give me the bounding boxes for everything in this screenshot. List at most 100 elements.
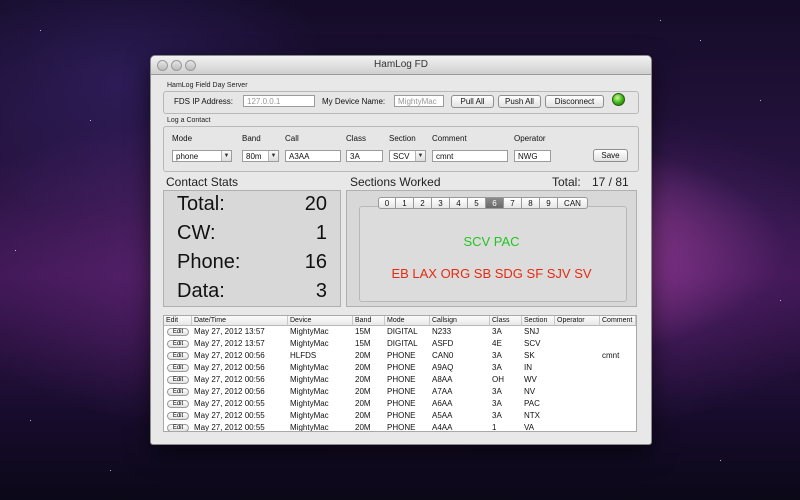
tab-3[interactable]: 3 (432, 197, 450, 209)
table-cell: PHONE (387, 387, 416, 396)
edit-button[interactable]: Edit (167, 400, 189, 408)
pull-all-button[interactable]: Pull All (451, 95, 494, 108)
column-header-edit[interactable]: Edit (164, 316, 192, 326)
server-group-label: HamLog Field Day Server (167, 82, 248, 89)
band-select[interactable]: 80m ▼ (242, 150, 279, 162)
tab-4[interactable]: 4 (450, 197, 468, 209)
table-row[interactable]: Edit May 27, 2012 00:55 MightyMac 20M PHONE A… (164, 410, 636, 422)
tab-8[interactable]: 8 (522, 197, 540, 209)
table-cell: 3A (492, 399, 502, 408)
table-cell: MightyMac (290, 411, 329, 420)
fds-ip-input[interactable]: 127.0.0.1 (243, 95, 315, 107)
tab-9[interactable]: 9 (540, 197, 558, 209)
edit-button[interactable]: Edit (167, 328, 189, 336)
table-cell: 15M (355, 327, 371, 336)
comment-input[interactable]: cmnt (432, 150, 508, 162)
stat-phone-label: Phone: (177, 251, 241, 273)
table-cell (600, 326, 636, 338)
column-header-device[interactable]: Device (288, 316, 353, 326)
call-label: Call (285, 134, 299, 143)
table-row[interactable]: Edit May 27, 2012 00:56 MightyMac 20M PHONE A… (164, 362, 636, 374)
mode-label: Mode (172, 134, 193, 143)
table-cell (555, 374, 600, 386)
edit-button[interactable]: Edit (167, 388, 189, 396)
column-header-comment[interactable]: Comment (600, 316, 636, 326)
table-cell: ASFD (432, 339, 454, 348)
table-cell: A5AA (432, 411, 453, 420)
contact-stats-panel: Total: 20 CW: 1 Phone: 16 Data: 3 (163, 190, 341, 307)
tab-2[interactable]: 2 (414, 197, 432, 209)
zoom-window-icon[interactable] (185, 60, 196, 71)
table-cell: May 27, 2012 00:55 (194, 399, 265, 408)
table-row[interactable]: Edit May 27, 2012 00:56 MightyMac 20M PHONE A… (164, 386, 636, 398)
section-label: Section (389, 134, 416, 143)
table-row[interactable]: Edit May 27, 2012 00:56 HLFDS 20M PHONE CAN0 3… (164, 350, 636, 362)
table-cell (600, 398, 636, 410)
close-window-icon[interactable] (157, 60, 168, 71)
table-cell: 3A (492, 387, 502, 396)
table-cell (600, 338, 636, 350)
tab-5[interactable]: 5 (468, 197, 486, 209)
tab-0[interactable]: 0 (378, 197, 396, 209)
push-all-button[interactable]: Push All (498, 95, 541, 108)
column-header-date-time[interactable]: Date/Time (192, 316, 288, 326)
tab-7[interactable]: 7 (504, 197, 522, 209)
tab-can[interactable]: CAN (558, 197, 588, 209)
minimize-window-icon[interactable] (171, 60, 182, 71)
edit-button[interactable]: Edit (167, 340, 189, 348)
disconnect-button[interactable]: Disconnect (545, 95, 604, 108)
table-cell: NV (524, 387, 536, 396)
table-cell: HLFDS (290, 351, 317, 360)
table-cell: OH (492, 375, 504, 384)
stat-total-value: 20 (304, 193, 327, 215)
stat-total-label: Total: (177, 193, 225, 215)
section-select[interactable]: SCV ▼ (389, 150, 426, 162)
table-cell (555, 422, 600, 431)
table-row[interactable]: Edit May 27, 2012 13:57 MightyMac 15M DIGITA… (164, 338, 636, 350)
operator-input[interactable]: NWG (514, 150, 551, 162)
edit-button[interactable]: Edit (167, 412, 189, 420)
table-cell (555, 362, 600, 374)
table-cell: May 27, 2012 13:57 (194, 327, 265, 336)
table-row[interactable]: Edit May 27, 2012 13:57 MightyMac 15M DIGITA… (164, 326, 636, 338)
device-name-input[interactable]: MightyMac (394, 95, 444, 107)
table-row[interactable]: Edit May 27, 2012 00:55 MightyMac 20M PHONE A… (164, 422, 636, 432)
table-cell: cmnt (602, 351, 620, 360)
table-cell: DIGITAL (387, 339, 418, 348)
table-cell: MightyMac (290, 327, 329, 336)
column-header-section[interactable]: Section (522, 316, 555, 326)
edit-button[interactable]: Edit (167, 352, 189, 360)
log-contact-group (163, 126, 639, 172)
table-cell: PHONE (387, 399, 416, 408)
sections-total-value: 17 / 81 (592, 175, 629, 189)
table-cell: 20M (355, 387, 371, 396)
table-cell (555, 326, 600, 338)
column-header-mode[interactable]: Mode (385, 316, 430, 326)
table-row[interactable]: Edit May 27, 2012 00:55 MightyMac 20M PHONE A… (164, 398, 636, 410)
comment-label: Comment (432, 134, 467, 143)
table-cell: 20M (355, 351, 371, 360)
edit-button[interactable]: Edit (167, 376, 189, 384)
edit-button[interactable]: Edit (167, 424, 189, 431)
tab-6[interactable]: 6 (486, 197, 504, 209)
tab-1[interactable]: 1 (396, 197, 414, 209)
worked-sections-text: SCV PAC (463, 234, 520, 249)
contacts-table[interactable]: Edit Date/Time Device Band Mode Callsign Class… (163, 315, 637, 432)
stat-cw-label: CW: (177, 222, 216, 244)
column-header-operator[interactable]: Operator (555, 316, 600, 326)
edit-button[interactable]: Edit (167, 364, 189, 372)
chevron-down-icon: ▼ (221, 151, 231, 161)
table-cell (555, 350, 600, 362)
class-input[interactable]: 3A (346, 150, 383, 162)
table-cell: May 27, 2012 00:55 (194, 423, 265, 432)
mode-select[interactable]: phone ▼ (172, 150, 232, 162)
column-header-band[interactable]: Band (353, 316, 385, 326)
column-header-callsign[interactable]: Callsign (430, 316, 490, 326)
call-input[interactable]: A3AA (285, 150, 341, 162)
table-row[interactable]: Edit May 27, 2012 00:56 MightyMac 20M PHONE A… (164, 374, 636, 386)
title-bar[interactable]: HamLog FD (151, 56, 651, 75)
column-header-class[interactable]: Class (490, 316, 522, 326)
operator-label: Operator (514, 134, 546, 143)
table-cell: CAN0 (432, 351, 454, 360)
save-button[interactable]: Save (593, 149, 628, 162)
